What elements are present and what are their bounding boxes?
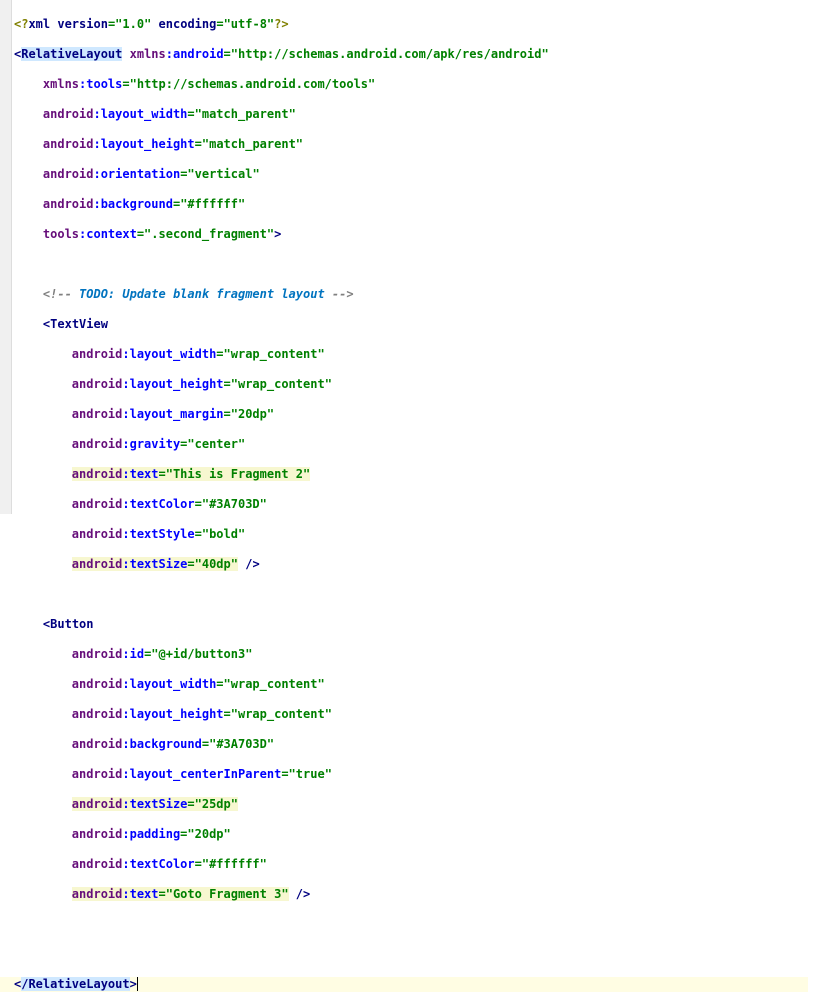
text-cursor bbox=[137, 977, 138, 991]
code-line: android:layout_width="wrap_content" bbox=[14, 677, 808, 692]
code-line: android:text="This is Fragment 2" bbox=[14, 467, 808, 482]
code-line: android:textStyle="bold" bbox=[14, 527, 808, 542]
code-line bbox=[14, 917, 808, 932]
code-line: android:textSize="25dp" bbox=[14, 797, 808, 812]
code-line: android:layout_width="match_parent" bbox=[14, 107, 808, 122]
code-line: android:id="@+id/button3" bbox=[14, 647, 808, 662]
code-line: android:layout_height="wrap_content" bbox=[14, 377, 808, 392]
code-line bbox=[14, 587, 808, 602]
code-line: xmlns:tools="http://schemas.android.com/… bbox=[14, 77, 808, 92]
code-editor[interactable]: <?xml version="1.0" encoding="utf-8"?> <… bbox=[14, 2, 808, 992]
code-line: android:textSize="40dp" /> bbox=[14, 557, 808, 572]
code-line: <!-- TODO: Update blank fragment layout … bbox=[14, 287, 808, 302]
code-line: android:layout_centerInParent="true" bbox=[14, 767, 808, 782]
code-line: <?xml version="1.0" encoding="utf-8"?> bbox=[14, 17, 808, 32]
code-line bbox=[14, 257, 808, 272]
code-line bbox=[14, 947, 808, 962]
code-line: android:orientation="vertical" bbox=[14, 167, 808, 182]
code-line: <TextView bbox=[14, 317, 808, 332]
code-line: tools:context=".second_fragment"> bbox=[14, 227, 808, 242]
code-line: android:background="#3A703D" bbox=[14, 737, 808, 752]
code-line: android:layout_height="match_parent" bbox=[14, 137, 808, 152]
code-line: android:textColor="#ffffff" bbox=[14, 857, 808, 872]
code-line: android:gravity="center" bbox=[14, 437, 808, 452]
code-line: android:layout_margin="20dp" bbox=[14, 407, 808, 422]
code-line: android:layout_width="wrap_content" bbox=[14, 347, 808, 362]
code-line: <RelativeLayout xmlns:android="http://sc… bbox=[14, 47, 808, 62]
code-line: android:layout_height="wrap_content" bbox=[14, 707, 808, 722]
code-line: <Button bbox=[14, 617, 808, 632]
code-line: android:textColor="#3A703D" bbox=[14, 497, 808, 512]
code-line: android:background="#ffffff" bbox=[14, 197, 808, 212]
editor-gutter bbox=[0, 0, 12, 514]
code-line: android:padding="20dp" bbox=[14, 827, 808, 842]
code-line: android:text="Goto Fragment 3" /> bbox=[14, 887, 808, 902]
code-line-current: </RelativeLayout> bbox=[0, 977, 808, 992]
